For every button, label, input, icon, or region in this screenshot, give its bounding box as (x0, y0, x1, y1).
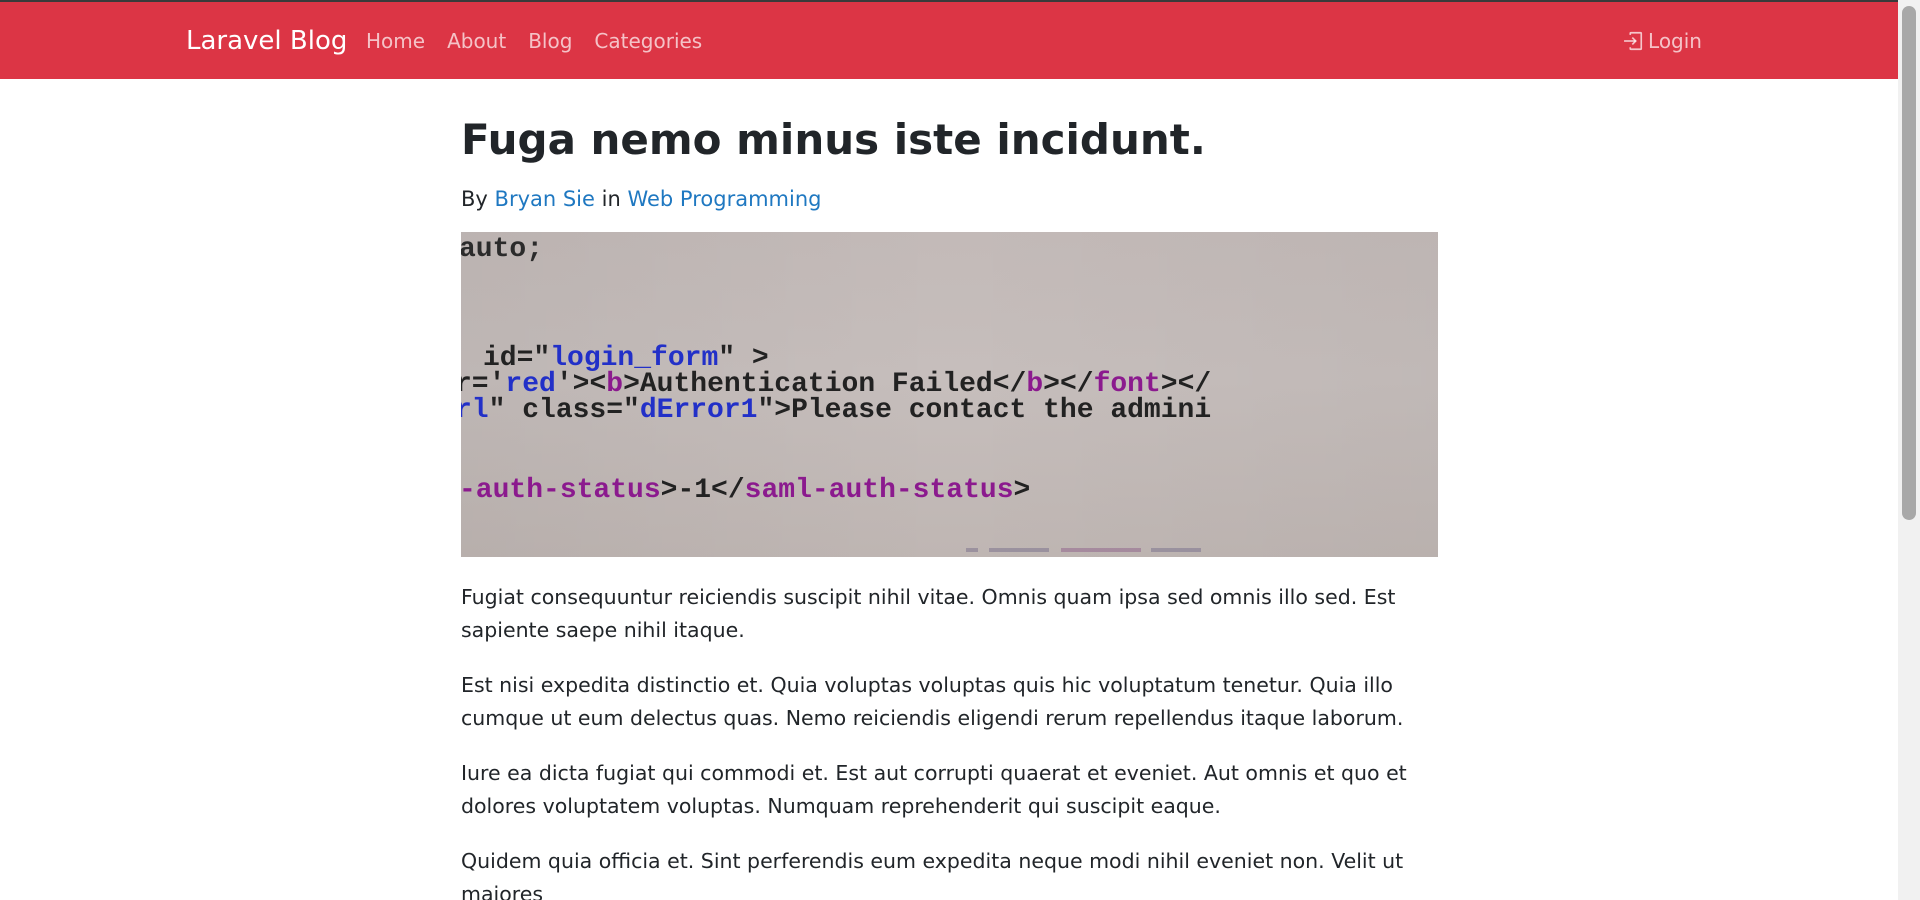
window-top-border (0, 0, 1898, 2)
body-paragraph: Fugiat consequuntur reiciendis suscipit … (461, 585, 1396, 642)
login-label: Login (1648, 29, 1702, 53)
article: Fuga nemo minus iste incidunt. By Bryan … (461, 112, 1439, 900)
code-photo: auto; id="login_form" > r='red'><b>Authe… (461, 232, 1438, 557)
vertical-scrollbar[interactable] (1898, 0, 1920, 900)
category-link[interactable]: Web Programming (627, 187, 821, 211)
nav-link-blog[interactable]: Blog (528, 27, 572, 55)
box-arrow-in-right-icon (1622, 30, 1644, 52)
author-link[interactable]: Bryan Sie (495, 187, 595, 211)
login-link[interactable]: Login (1622, 27, 1702, 55)
scrollbar-thumb[interactable] (1902, 6, 1916, 520)
post-title: Fuga nemo minus iste incidunt. (461, 115, 1206, 164)
page: Laravel Blog Home About Blog Categories … (0, 0, 1920, 900)
body-paragraph: Est nisi expedita distinctio et. Quia vo… (461, 673, 1404, 730)
body-paragraph: Quidem quia officia et. Sint perferendis… (461, 849, 1404, 900)
byline-in: in (601, 187, 621, 211)
post-body: Fugiat consequuntur reiciendis suscipit … (461, 581, 1439, 900)
navbar: Laravel Blog Home About Blog Categories … (0, 0, 1898, 79)
code-line-5: -auth-status>-1</saml-auth-status> (461, 475, 1030, 506)
brand-link[interactable]: Laravel Blog (186, 23, 347, 59)
nav-link-about[interactable]: About (447, 27, 506, 55)
code-line-4: rl" class="dError1">Please contact the a… (461, 395, 1211, 426)
byline-prefix: By (461, 187, 488, 211)
nav-links: Home About Blog Categories (366, 27, 702, 55)
post-byline: By Bryan Sie in Web Programming (461, 184, 1439, 214)
post-image: auto; id="login_form" > r='red'><b>Authe… (461, 232, 1438, 557)
nav-link-home[interactable]: Home (366, 27, 425, 55)
code-line-1: auto; (461, 234, 543, 265)
body-paragraph: Iure ea dicta fugiat qui commodi et. Est… (461, 761, 1407, 818)
nav-link-categories[interactable]: Categories (594, 27, 702, 55)
